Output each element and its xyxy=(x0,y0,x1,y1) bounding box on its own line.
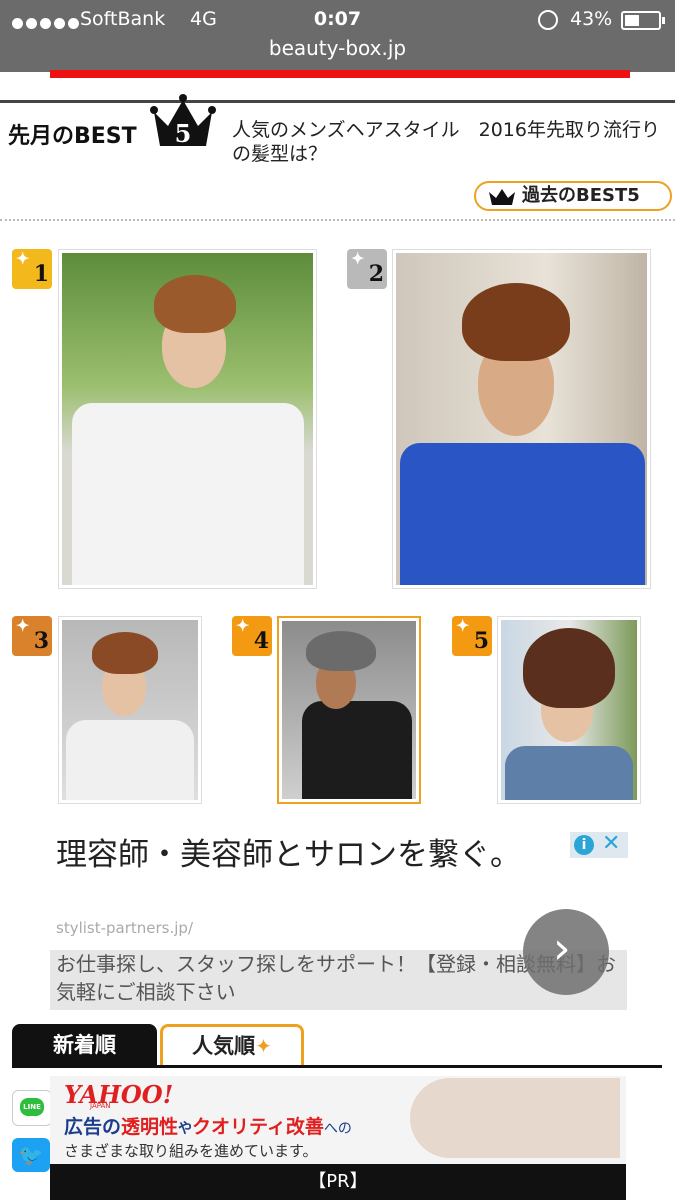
status-bar: SoftBank 4G 0:07 43% beauty-box.jp xyxy=(0,0,675,72)
rotation-lock-icon xyxy=(538,10,558,30)
divider xyxy=(0,100,675,103)
ranking-photo-3[interactable] xyxy=(58,616,202,804)
past-best5-label: 過去のBEST5 xyxy=(522,185,640,206)
tab-new[interactable]: 新着順 xyxy=(12,1024,157,1066)
sparkle-icon: ✦ xyxy=(16,249,30,268)
ad-url[interactable]: stylist-partners.jp/ xyxy=(56,919,193,937)
yahoo-ad-banner[interactable]: YAHOO! JAPAN 広告の透明性やクオリティ改善への さまざまな取り組みを… xyxy=(50,1076,626,1200)
ad2-line1: 広告の透明性やクオリティ改善への xyxy=(64,1116,352,1138)
tab-popular[interactable]: 人気順✦ xyxy=(160,1024,304,1066)
yahoo-logo: YAHOO! xyxy=(64,1080,174,1109)
twitter-icon: 🐦 xyxy=(18,1143,44,1167)
rank-badge-1: ✦ 1 xyxy=(12,249,52,289)
address-bar-url[interactable]: beauty-box.jp xyxy=(0,36,675,60)
article-title-link[interactable]: 人気のメンズヘアスタイル 2016年先取り流行りの髪型は？ xyxy=(232,118,662,166)
ad-next-button[interactable]: › xyxy=(523,909,609,995)
pr-label: 【PR】 xyxy=(50,1164,626,1200)
ad-choices[interactable]: i ✕ xyxy=(570,831,628,858)
tab-new-label: 新着順 xyxy=(53,1033,116,1057)
sparkle-icon: ✦ xyxy=(236,616,250,635)
ad-image xyxy=(410,1078,620,1158)
sparkle-icon: ✦ xyxy=(456,616,470,635)
rank-badge-4: ✦ 4 xyxy=(232,616,272,656)
line-share-button[interactable]: LINE xyxy=(12,1090,52,1126)
top-banner-strip[interactable] xyxy=(50,70,630,78)
yahoo-logo-sub: JAPAN xyxy=(90,1102,111,1110)
rank-badge-5: ✦ 5 xyxy=(452,616,492,656)
rank-badge-2: ✦ 2 xyxy=(347,249,387,289)
dotted-divider xyxy=(0,219,675,221)
line-icon: LINE xyxy=(20,1098,44,1116)
ranking-photo-2[interactable] xyxy=(392,249,651,589)
sparkle-icon: ✦ xyxy=(255,1034,272,1058)
twitter-share-button[interactable]: 🐦 xyxy=(12,1138,50,1172)
ranking-photo-5[interactable] xyxy=(497,616,641,804)
close-icon[interactable]: ✕ xyxy=(602,831,620,856)
crown-icon xyxy=(489,189,515,205)
sparkle-icon: ✦ xyxy=(16,616,30,635)
rank-badge-3: ✦ 3 xyxy=(12,616,52,656)
ranking-photo-4[interactable] xyxy=(277,616,421,804)
crown-icon: 5 xyxy=(150,94,216,148)
past-best5-button[interactable]: 過去のBEST5 xyxy=(474,181,672,211)
crown-number: 5 xyxy=(175,119,192,148)
ad-headline[interactable]: 理容師・美容師とサロンを繋ぐ。 xyxy=(56,836,556,874)
tab-underline xyxy=(12,1065,662,1068)
ranking-photo-1[interactable] xyxy=(58,249,317,589)
battery-percent: 43% xyxy=(570,8,613,30)
ad2-line2: さまざまな取り組みを進めています。 xyxy=(64,1142,318,1160)
info-icon[interactable]: i xyxy=(574,835,594,855)
sparkle-icon: ✦ xyxy=(351,249,365,268)
battery-icon xyxy=(621,11,665,30)
tab-popular-label: 人気順 xyxy=(192,1034,256,1058)
best-title: 先月のBEST xyxy=(8,124,137,149)
chevron-right-icon: › xyxy=(553,923,571,974)
